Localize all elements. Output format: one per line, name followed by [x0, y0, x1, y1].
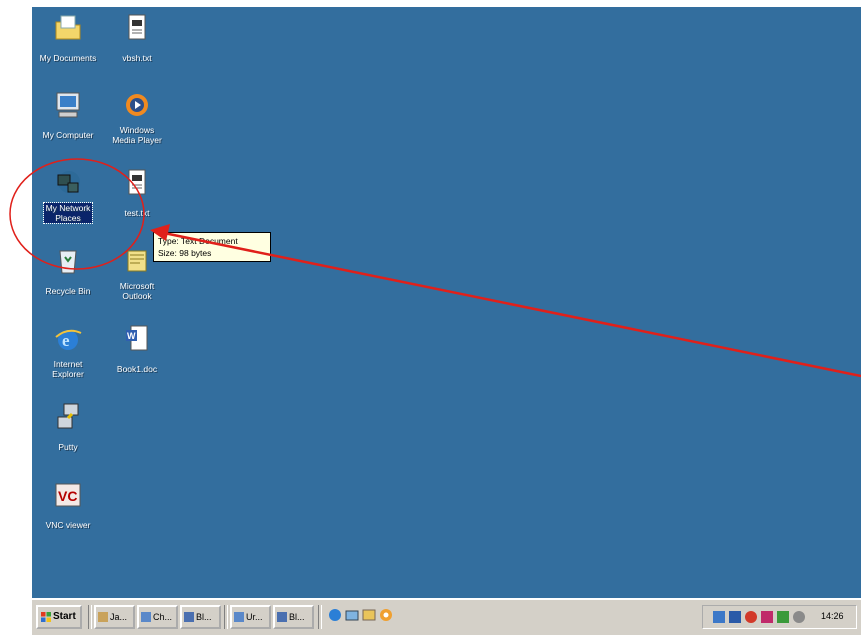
desktop-icon-putty[interactable]: Putty — [32, 401, 107, 455]
desktop-icon-my-network-places[interactable]: My Network Places — [32, 167, 107, 226]
task-label: Ur... — [246, 612, 263, 622]
start-label: Start — [53, 611, 76, 622]
quick-launch-media-icon[interactable] — [379, 608, 393, 622]
text-file-icon — [121, 12, 153, 44]
text-file-icon — [121, 167, 153, 199]
vnc-icon: VC — [52, 479, 84, 511]
task-label: Ch... — [153, 612, 173, 622]
file-info-tooltip: Type: Text Document Size: 98 bytes — [153, 232, 271, 262]
task-button-4[interactable]: Ur... — [230, 605, 271, 629]
desktop-icon-vnc-viewer[interactable]: VC VNC viewer — [32, 479, 107, 533]
network-tray-icon[interactable] — [713, 611, 725, 623]
clock: 14:26 — [821, 611, 844, 621]
taskbar-separator — [88, 605, 92, 629]
task-button-5[interactable]: Bl... — [273, 605, 314, 629]
task-button-3[interactable]: Bl... — [180, 605, 221, 629]
java-icon — [98, 612, 108, 622]
desktop-icon-my-documents[interactable]: My Documents — [32, 12, 107, 66]
language-tray-icon[interactable] — [729, 611, 741, 623]
document-icon — [277, 612, 287, 622]
quick-launch-desktop-icon[interactable] — [345, 608, 359, 622]
svg-text:W: W — [127, 331, 136, 341]
task-label: Bl... — [289, 612, 305, 622]
desktop-icon-internet-explorer[interactable]: e Internet Explorer — [32, 323, 107, 382]
tooltip-size: Size: 98 bytes — [158, 248, 212, 258]
antivirus-tray-icon[interactable] — [745, 611, 757, 623]
task-button-2[interactable]: Ch... — [137, 605, 178, 629]
word-doc-icon: W — [121, 323, 153, 355]
network-icon — [52, 167, 84, 199]
start-button[interactable]: Start — [36, 605, 82, 629]
taskbar-separator — [224, 605, 228, 629]
task-button-1[interactable]: Ja... — [94, 605, 135, 629]
putty-icon — [52, 401, 84, 433]
window-icon — [234, 612, 244, 622]
volume-tray-icon[interactable] — [793, 611, 805, 623]
desktop-icon-test-txt[interactable]: test.txt — [98, 167, 176, 221]
window-icon — [141, 612, 151, 622]
document-icon — [184, 612, 194, 622]
svg-text:VC: VC — [58, 488, 77, 504]
quick-launch-ie-icon[interactable] — [328, 608, 342, 622]
desktop-icon-windows-media-player[interactable]: Windows Media Player — [98, 89, 176, 148]
tooltip-type: Type: Text Document — [158, 236, 238, 246]
desktop-icon-book1-doc[interactable]: W Book1.doc — [98, 323, 176, 377]
recycle-bin-icon — [52, 245, 84, 277]
windows-logo-icon — [41, 612, 51, 622]
desktop-icon-vbsh-txt[interactable]: vbsh.txt — [98, 12, 176, 66]
taskbar: Start Ja... Ch... Bl... Ur... Bl... 14:2… — [32, 598, 861, 635]
shield-tray-icon[interactable] — [761, 611, 773, 623]
desktop-icon-my-computer[interactable]: My Computer — [32, 89, 107, 143]
system-tray: 14:26 — [702, 605, 857, 629]
quick-launch-outlook-icon[interactable] — [362, 608, 376, 622]
sync-tray-icon[interactable] — [777, 611, 789, 623]
ie-icon: e — [52, 323, 84, 355]
folder-icon — [52, 12, 84, 44]
computer-icon — [52, 89, 84, 121]
task-label: Ja... — [110, 612, 128, 622]
outlook-icon — [121, 245, 153, 277]
desktop[interactable]: My Documents My Computer My Network Plac… — [32, 7, 861, 635]
media-player-icon — [121, 89, 153, 121]
desktop-icon-recycle-bin[interactable]: Recycle Bin — [32, 245, 107, 299]
svg-text:e: e — [62, 331, 70, 350]
taskbar-separator — [318, 605, 322, 629]
task-label: Bl... — [196, 612, 212, 622]
